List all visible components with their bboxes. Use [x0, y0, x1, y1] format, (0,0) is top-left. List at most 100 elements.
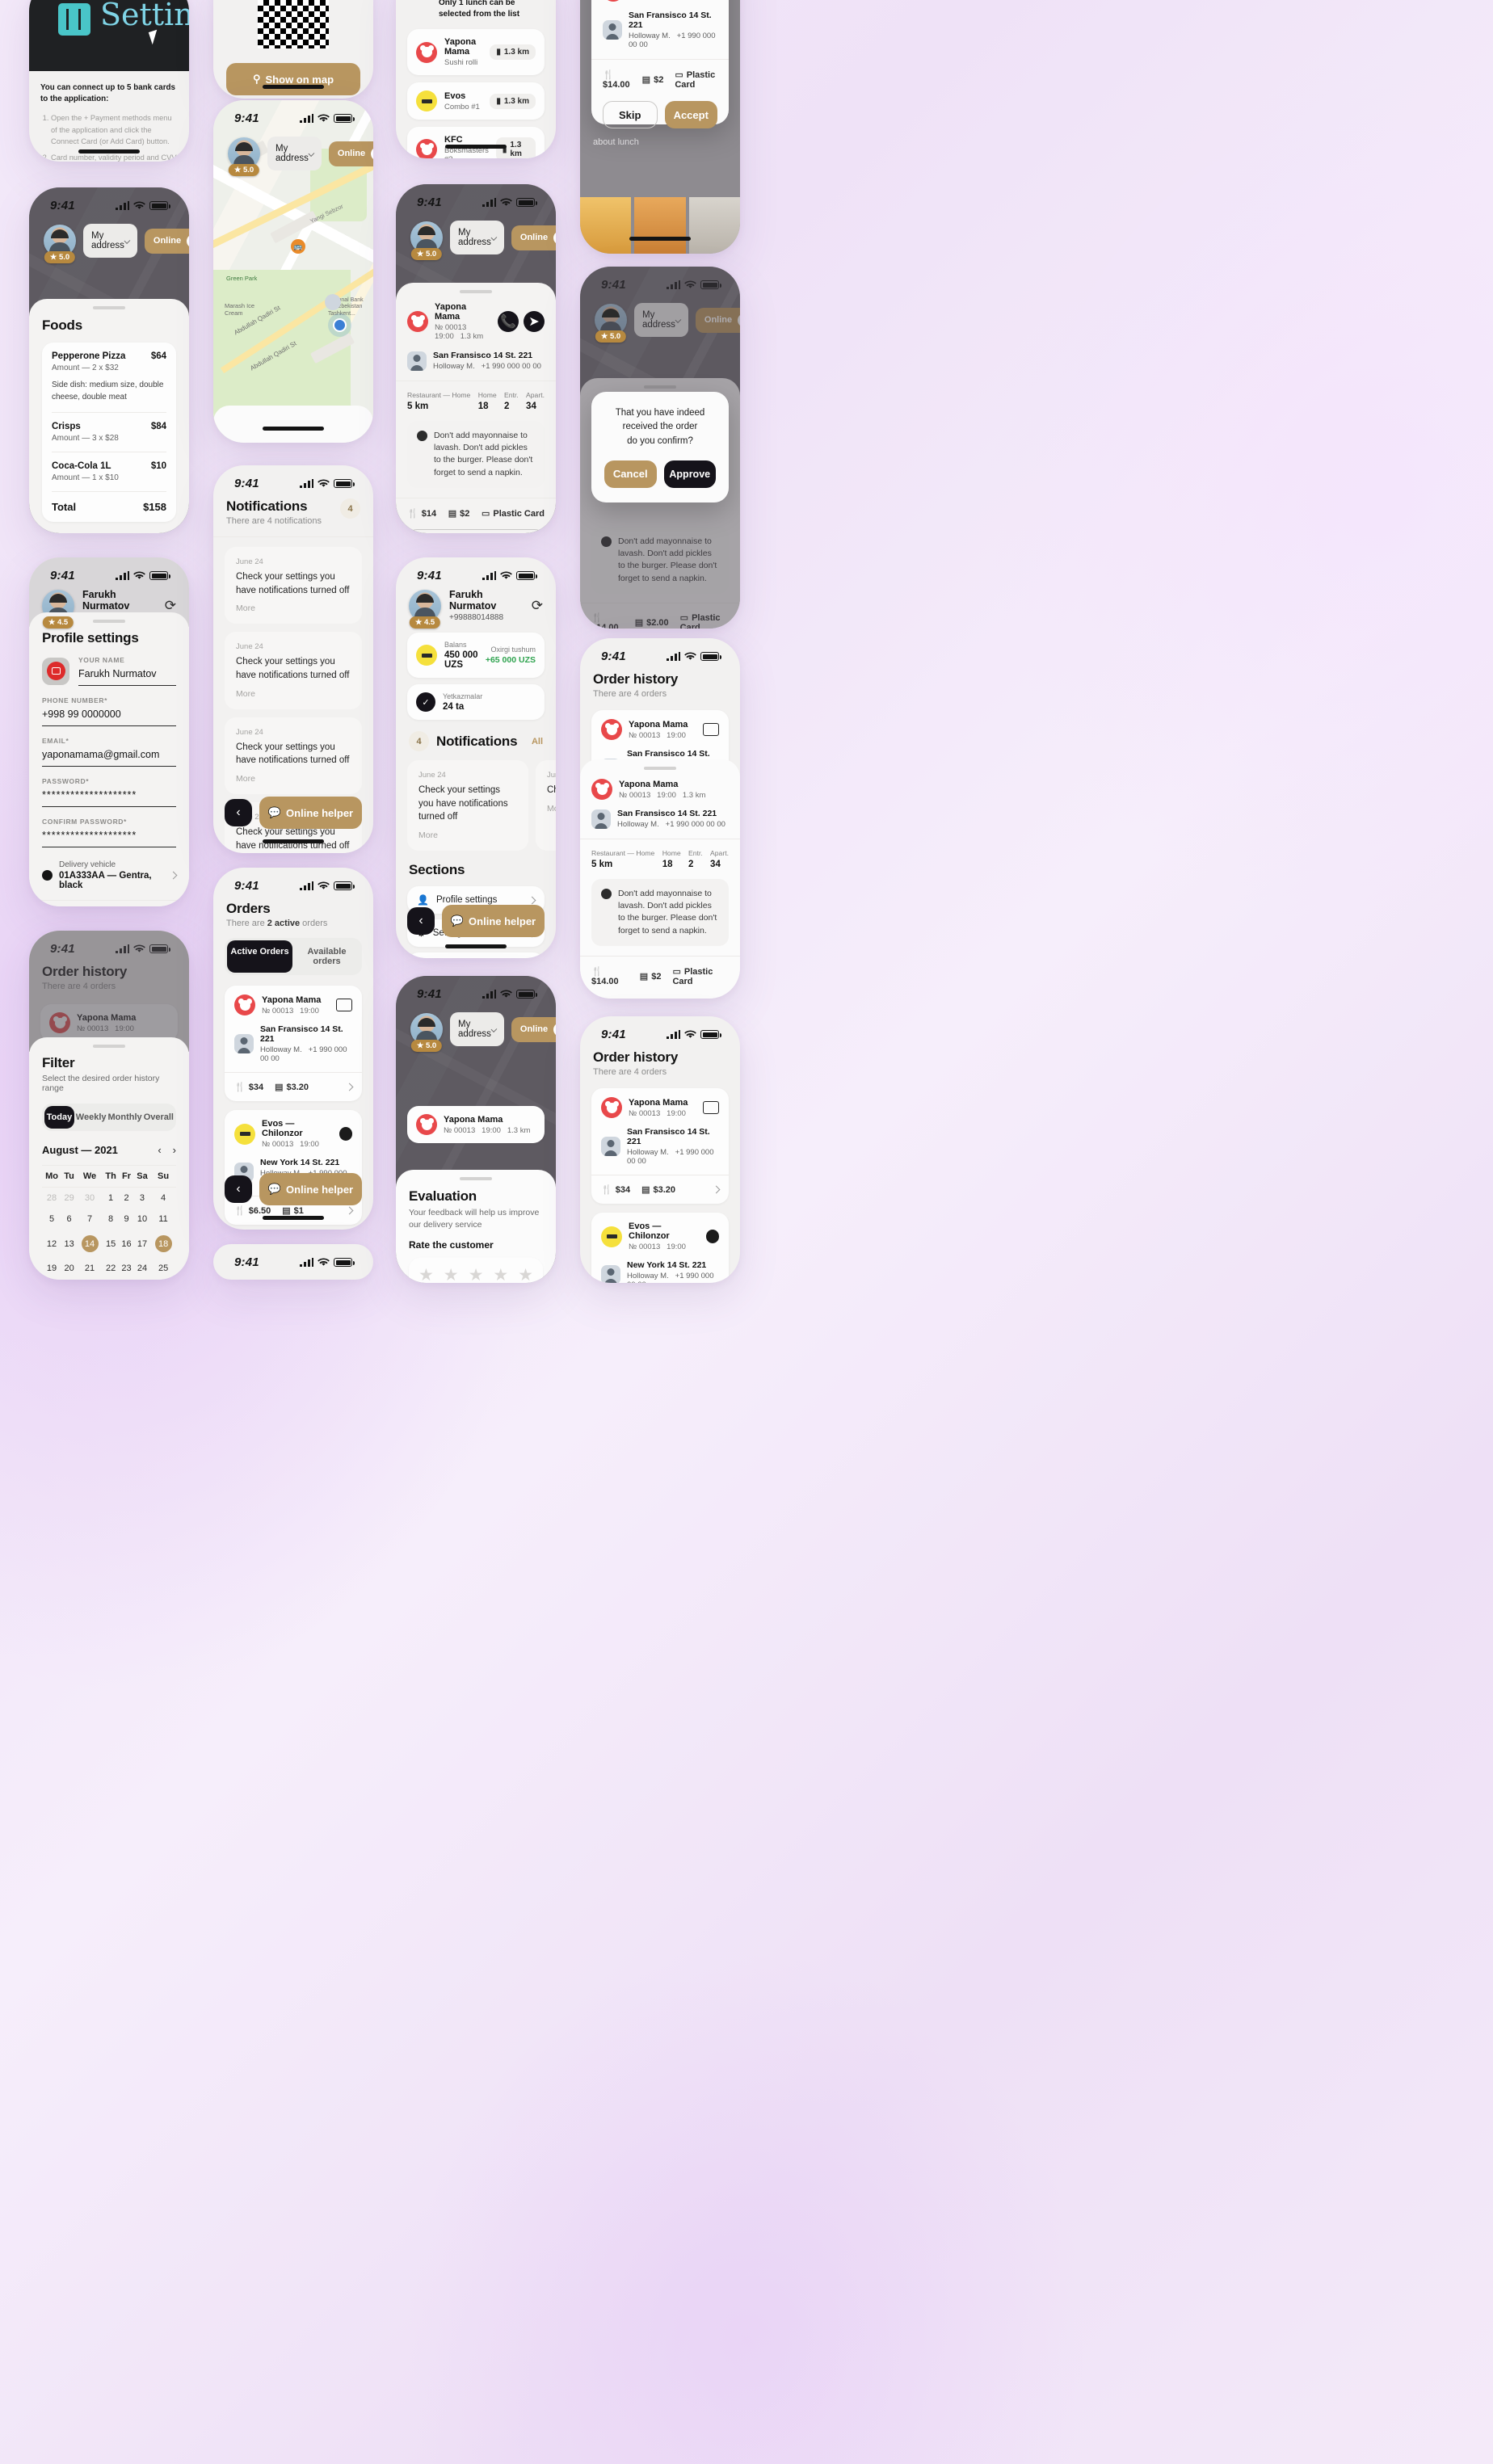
- notifications-carousel[interactable]: June 24 Check your settings you have not…: [396, 751, 556, 851]
- avatar[interactable]: ★ 5.0: [44, 225, 76, 263]
- bottom-sheet-peek[interactable]: [213, 406, 373, 443]
- next-month-button[interactable]: ›: [173, 1144, 176, 1156]
- accept-button[interactable]: Accept: [664, 101, 717, 128]
- address-select[interactable]: My address: [83, 224, 137, 258]
- refresh-icon[interactable]: ⟳: [165, 598, 176, 614]
- notification-more-link[interactable]: More: [236, 603, 351, 613]
- online-toggle[interactable]: Online: [695, 307, 740, 333]
- chevron-right-icon[interactable]: [712, 1185, 721, 1194]
- calendar-day[interactable]: 30: [119, 1279, 134, 1280]
- calendar-day[interactable]: 21: [77, 1258, 103, 1279]
- calendar-day[interactable]: 2: [119, 1188, 134, 1209]
- lunch-option[interactable]: Evos Combo #1 ▮ 1.3 km: [407, 82, 545, 120]
- online-toggle[interactable]: Online: [144, 228, 189, 254]
- history-order-card[interactable]: Evos — Chilonzor № 00013 19:00 New York …: [591, 1213, 729, 1283]
- calendar-day[interactable]: 12: [42, 1230, 61, 1258]
- field-value[interactable]: yaponamama@gmail.com: [42, 749, 176, 767]
- email-field[interactable]: EMAIL* yaponamama@gmail.com: [42, 737, 176, 767]
- calendar-day[interactable]: 23: [119, 1258, 134, 1279]
- camera-upload-button[interactable]: [42, 657, 69, 685]
- notification-more-link[interactable]: More: [547, 804, 556, 814]
- notification-item[interactable]: June 24 Check your settings you have not…: [225, 717, 362, 795]
- phone-field[interactable]: PHONE NUMBER* +998 99 0000000: [42, 696, 176, 726]
- show-on-map-button[interactable]: ⚲ Show on map: [226, 63, 360, 95]
- field-value[interactable]: Farukh Nurmatov: [78, 668, 176, 686]
- call-button[interactable]: 📞: [498, 311, 519, 332]
- calendar-day[interactable]: 26: [42, 1279, 61, 1280]
- calendar-day[interactable]: 11: [150, 1209, 176, 1230]
- filter-tab-monthly[interactable]: Monthly: [108, 1106, 142, 1129]
- field-value[interactable]: ********************: [42, 830, 176, 847]
- field-value[interactable]: +998 99 0000000: [42, 709, 176, 726]
- section-orders[interactable]: 🛍 Orders: [407, 952, 545, 958]
- calendar-day[interactable]: 29: [103, 1279, 119, 1280]
- calendar-day-selected[interactable]: 18: [150, 1230, 176, 1258]
- address-select[interactable]: My address: [267, 137, 322, 170]
- address-select[interactable]: My address: [450, 221, 504, 254]
- notification-more-link[interactable]: More: [236, 774, 351, 784]
- chevron-right-icon[interactable]: [345, 1206, 354, 1215]
- calendar-day[interactable]: 20: [61, 1258, 77, 1279]
- star-rating[interactable]: ★ ★ ★ ★ ★: [409, 1258, 543, 1283]
- sheet-grabber[interactable]: [93, 1045, 125, 1048]
- calendar-day[interactable]: 13: [61, 1230, 77, 1258]
- notification-item[interactable]: June 24 Check your settings you have not…: [225, 547, 362, 624]
- calendar-day[interactable]: 29: [61, 1188, 77, 1209]
- address-select[interactable]: My address: [450, 1012, 504, 1046]
- calendar-day[interactable]: 31: [134, 1279, 150, 1280]
- confirm-password-field[interactable]: CONFIRM PASSWORD* ********************: [42, 818, 176, 847]
- avatar[interactable]: ★ 5.0: [228, 137, 260, 176]
- notification-more-link[interactable]: More: [418, 830, 517, 840]
- calendar-day[interactable]: 30: [77, 1188, 103, 1209]
- avatar[interactable]: ★ 5.0: [410, 1013, 443, 1052]
- calendar-grid[interactable]: Mo Tu We Th Fr Sa Su 28 29 30 1 2 3 4 5 …: [42, 1166, 176, 1280]
- online-helper-button[interactable]: 💬 Online helper: [442, 905, 545, 937]
- tab-available-orders[interactable]: Available orders: [294, 940, 360, 973]
- calendar-day[interactable]: 16: [119, 1230, 134, 1258]
- calendar-day[interactable]: 6: [61, 1209, 77, 1230]
- map-bus-marker-icon[interactable]: 🚌: [291, 239, 305, 254]
- calendar-day[interactable]: 15: [103, 1230, 119, 1258]
- online-toggle[interactable]: Online: [328, 141, 373, 166]
- tab-active-orders[interactable]: Active Orders: [227, 940, 292, 973]
- sheet-grabber[interactable]: [93, 620, 125, 623]
- notification-item[interactable]: June 24 Check your notificat More: [536, 760, 556, 851]
- calendar-day[interactable]: 28: [77, 1279, 103, 1280]
- refresh-icon[interactable]: ⟳: [532, 598, 543, 614]
- online-toggle[interactable]: Online: [511, 225, 556, 250]
- avatar[interactable]: ★ 5.0: [410, 221, 443, 260]
- map-courier-marker[interactable]: [325, 294, 341, 313]
- address-select[interactable]: My address: [634, 303, 688, 337]
- history-order-card[interactable]: Yapona Mama № 00013 19:00 San Fransisco …: [591, 1088, 729, 1204]
- calendar-day[interactable]: 1: [150, 1279, 176, 1280]
- field-value[interactable]: ********************: [42, 789, 176, 807]
- deliveries-card[interactable]: ✓ Yetkazmalar 24 ta: [407, 684, 545, 720]
- calendar-day[interactable]: 8: [103, 1209, 119, 1230]
- calendar-day[interactable]: 28: [42, 1188, 61, 1209]
- notification-item[interactable]: June 24 Check your settings you have not…: [225, 632, 362, 709]
- avatar-upload-row[interactable]: YOUR NAME Farukh Nurmatov: [42, 656, 176, 686]
- calendar-day[interactable]: 19: [42, 1258, 61, 1279]
- back-button[interactable]: ‹: [225, 799, 252, 826]
- filter-tab-overall[interactable]: Overall: [144, 1106, 174, 1129]
- calendar-day[interactable]: 10: [134, 1209, 150, 1230]
- calendar-day[interactable]: 17: [134, 1230, 150, 1258]
- calendar-day[interactable]: 27: [61, 1279, 77, 1280]
- orders-tabs[interactable]: Active Orders Available orders: [225, 938, 362, 975]
- avatar[interactable]: ★ 4.5: [409, 589, 441, 629]
- calendar-day[interactable]: 4: [150, 1188, 176, 1209]
- password-field[interactable]: PASSWORD* ********************: [42, 777, 176, 807]
- filter-tab-today[interactable]: Today: [44, 1106, 74, 1129]
- calendar-day-selected[interactable]: 14: [77, 1230, 103, 1258]
- avatar[interactable]: ★ 4.5: [42, 589, 74, 629]
- balance-card[interactable]: Balans 450 000 UZS Oxirgi tushum +65 000…: [407, 633, 545, 678]
- star-icon[interactable]: ★: [518, 1265, 533, 1283]
- sheet-grabber[interactable]: [644, 767, 676, 770]
- order-card[interactable]: Evos — Chilonzor № 00013 19:00 New York …: [225, 1110, 362, 1225]
- skip-button[interactable]: Skip: [603, 101, 658, 128]
- calendar-day[interactable]: 3: [134, 1188, 150, 1209]
- calendar-day[interactable]: 1: [103, 1188, 119, 1209]
- star-icon[interactable]: ★: [418, 1265, 434, 1283]
- calendar-day[interactable]: 24: [134, 1258, 150, 1279]
- filter-tab-weekly[interactable]: Weekly: [76, 1106, 107, 1129]
